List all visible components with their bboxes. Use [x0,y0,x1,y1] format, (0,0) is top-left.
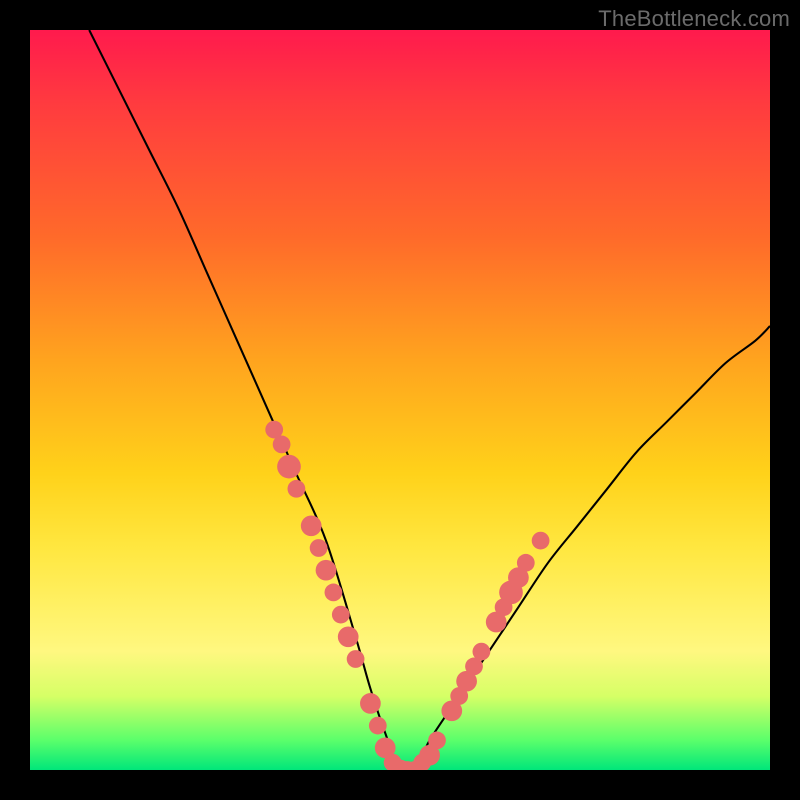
curve-marker [277,455,301,479]
curve-marker [347,650,365,668]
curve-marker [273,436,291,454]
curve-marker [369,717,387,735]
plot-area [30,30,770,770]
curve-marker [338,626,359,647]
curve-marker [517,554,535,572]
curve-marker [301,515,322,536]
chart-frame: TheBottleneck.com [0,0,800,800]
curve-markers [265,421,549,770]
curve-marker [325,584,343,602]
curve-marker [288,480,306,498]
watermark-text: TheBottleneck.com [598,6,790,32]
curve-marker [473,643,491,661]
curve-marker [428,732,446,750]
curve-marker [310,539,328,557]
curve-marker [332,606,350,624]
chart-svg [30,30,770,770]
curve-marker [360,693,381,714]
bottleneck-curve [89,30,770,770]
curve-marker [532,532,550,550]
curve-marker [316,560,337,581]
